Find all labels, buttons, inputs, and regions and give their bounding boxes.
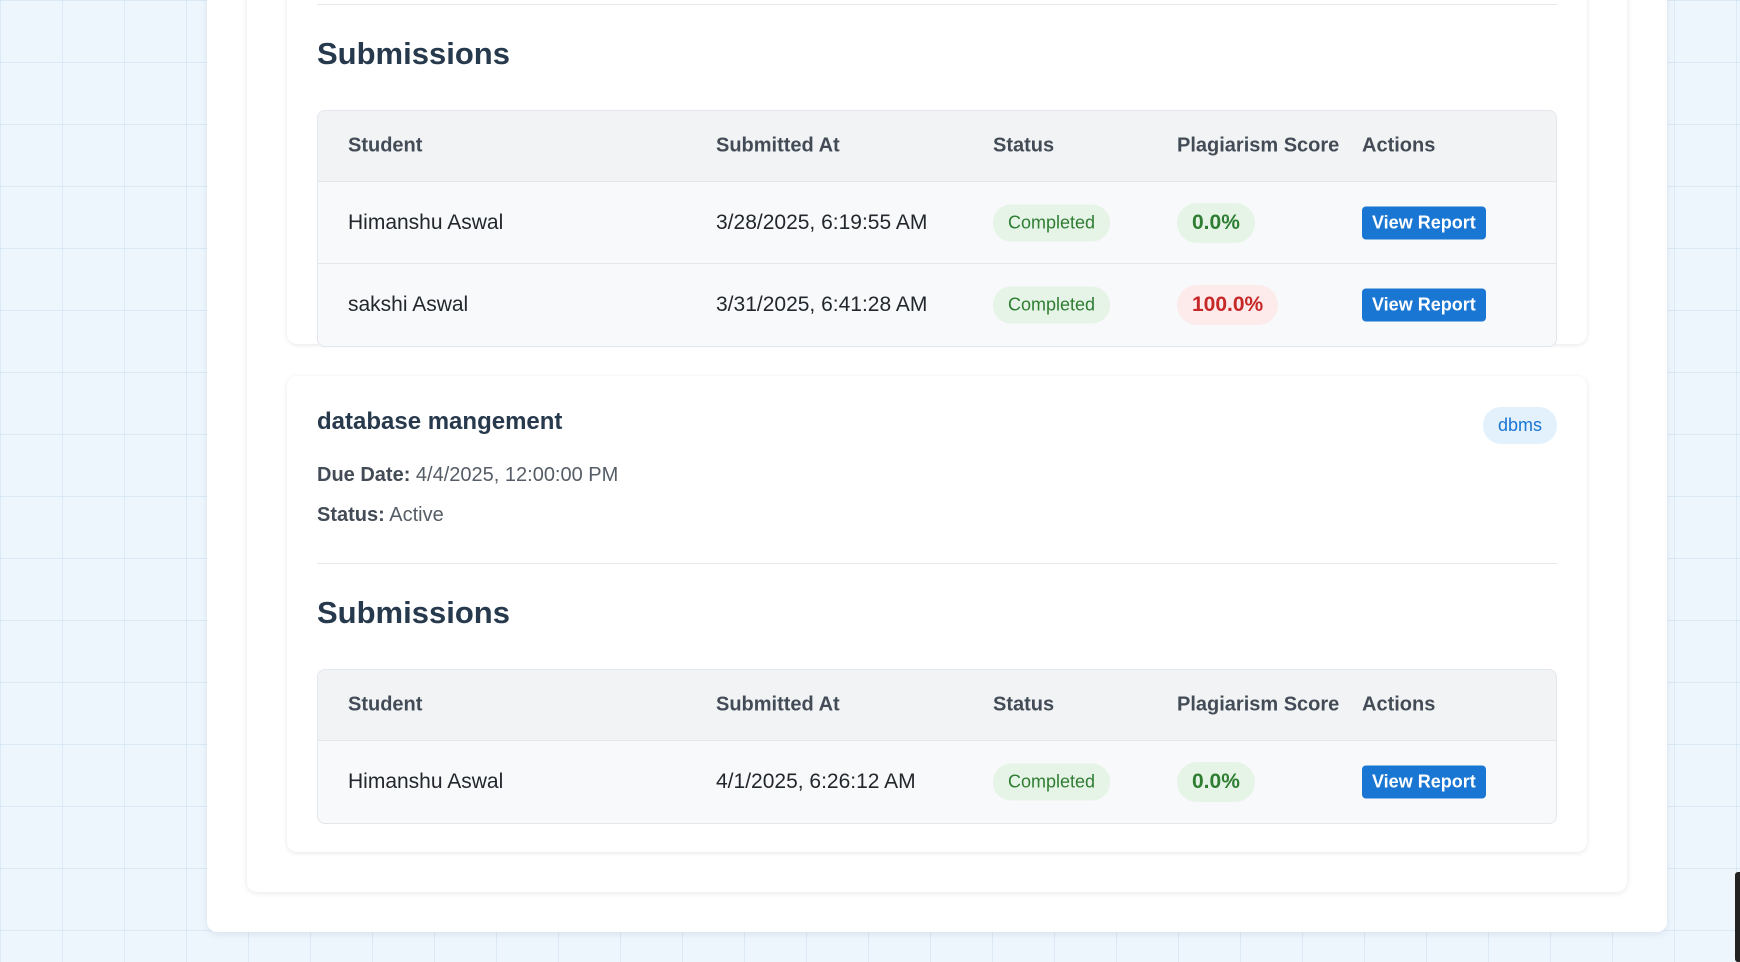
student-name: Himanshu Aswal (348, 770, 504, 793)
status-badge: Completed (993, 763, 1111, 801)
table-row: Himanshu Aswal 4/1/2025, 6:26:12 AM Comp… (318, 741, 1556, 823)
divider (317, 563, 1557, 564)
due-date: Due Date: 4/4/2025, 12:00:00 PM (317, 464, 618, 487)
student-name: Himanshu Aswal (348, 210, 504, 234)
status-value: Active (389, 504, 444, 526)
view-report-button[interactable]: View Report (1362, 206, 1486, 239)
column-header-submitted-at: Submitted At (716, 693, 840, 716)
column-header-actions: Actions (1362, 693, 1436, 716)
column-header-student: Student (348, 693, 423, 716)
status-badge: Completed (993, 286, 1111, 324)
due-date-value: 4/4/2025, 12:00:00 PM (415, 464, 619, 486)
assignment-status: Status: Active (317, 504, 444, 527)
assignment-card: Submissions Student Submitted At Status … (287, 0, 1587, 347)
table-header: Student Submitted At Status Plagiarism S… (318, 111, 1556, 182)
column-header-status: Status (993, 134, 1055, 157)
view-report-button[interactable]: View Report (1362, 288, 1486, 322)
divider (317, 4, 1557, 5)
subject-tag: dbms (1482, 407, 1557, 444)
scrollbar-thumb[interactable] (1735, 872, 1740, 962)
submissions-table: Student Submitted At Status Plagiarism S… (317, 110, 1557, 347)
column-header-plagiarism-score: Plagiarism Score (1177, 693, 1340, 716)
table-row: sakshi Aswal 3/31/2025, 6:41:28 AM Compl… (318, 264, 1556, 346)
submitted-at: 4/1/2025, 6:26:12 AM (716, 770, 916, 793)
assignment-card: database mangement dbms Due Date: 4/4/20… (287, 376, 1587, 852)
status-badge: Completed (993, 204, 1111, 241)
table-header: Student Submitted At Status Plagiarism S… (318, 670, 1556, 741)
assignment-title: database mangement (317, 408, 563, 435)
submitted-at: 3/31/2025, 6:41:28 AM (716, 293, 928, 316)
column-header-plagiarism-score: Plagiarism Score (1177, 134, 1340, 157)
plagiarism-score-badge: 0.0% (1177, 762, 1255, 802)
table-row: Himanshu Aswal 3/28/2025, 6:19:55 AM Com… (318, 182, 1556, 264)
column-header-submitted-at: Submitted At (716, 134, 840, 157)
column-header-status: Status (993, 693, 1055, 716)
submissions-table: Student Submitted At Status Plagiarism S… (317, 669, 1557, 824)
column-header-student: Student (348, 134, 423, 157)
due-date-label: Due Date: (317, 464, 411, 486)
submissions-heading: Submissions (317, 36, 510, 71)
plagiarism-score-badge: 0.0% (1177, 202, 1255, 243)
plagiarism-score-badge: 100.0% (1177, 285, 1279, 325)
view-report-button[interactable]: View Report (1362, 765, 1486, 799)
submitted-at: 3/28/2025, 6:19:55 AM (716, 210, 928, 234)
student-name: sakshi Aswal (348, 293, 469, 316)
column-header-actions: Actions (1362, 134, 1436, 157)
status-label: Status: (317, 504, 385, 526)
submissions-heading: Submissions (317, 595, 510, 630)
